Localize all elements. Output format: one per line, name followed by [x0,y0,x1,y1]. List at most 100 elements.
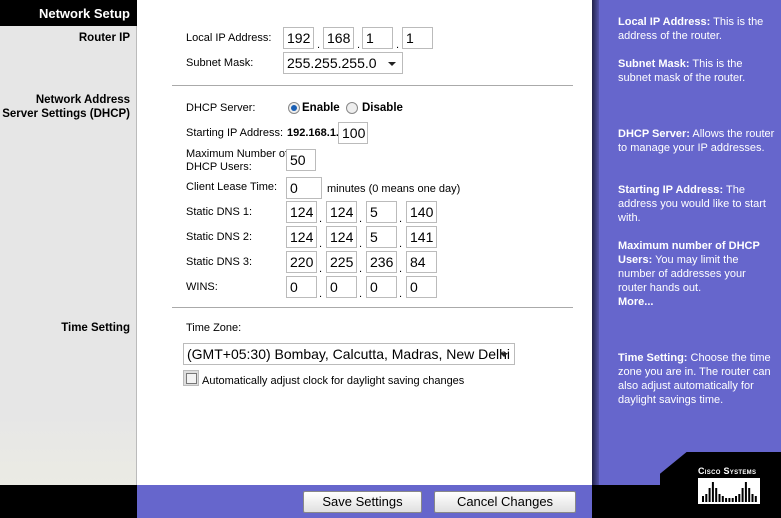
logo-bar [731,498,734,502]
logo-bar [728,498,731,502]
dns1-octet-input[interactable]: 5 [366,201,397,223]
panel-shadow [592,0,599,518]
dns1-octet-input[interactable]: 140 [406,201,437,223]
chevron-down-icon [500,353,508,357]
subnet-mask-label: Subnet Mask: [186,57,254,69]
lease-time-input[interactable]: 0 [286,177,322,199]
dns1-label: Static DNS 1: [186,206,253,218]
wins-octet-input[interactable]: 0 [366,276,397,298]
dot-separator: . [399,238,403,250]
dns2-label: Static DNS 2: [186,231,253,243]
starting-ip-label: Starting IP Address: [186,127,284,139]
save-settings-button[interactable]: Save Settings [303,491,422,513]
logo-bar [735,496,737,502]
logo-bar [708,488,711,502]
logo-bar [725,498,728,502]
local-ip-octet-input[interactable]: 168 [323,27,354,49]
logo-bar [705,494,708,502]
divider [172,85,573,86]
dot-separator: . [317,39,321,51]
dot-separator: . [359,238,363,250]
local-ip-octet-input[interactable]: 1 [402,27,433,49]
dns1-octet-input[interactable]: 124 [286,201,317,223]
section-dhcp-line1: Network Address [35,94,130,106]
logo-bar [754,496,757,502]
cancel-changes-button[interactable]: Cancel Changes [434,491,576,513]
help-subnet: Subnet Mask: This is the subnet mask of … [618,58,746,84]
lease-time-note: minutes (0 means one day) [327,183,461,195]
dhcp-server-label: DHCP Server: [186,102,256,114]
section-dhcp-line2: Server Settings (DHCP) [2,108,130,120]
max-users-input[interactable]: 50 [286,149,316,171]
help-local-ip: Local IP Address: This is the address of… [618,16,764,42]
logo-bar [748,488,751,502]
max-users-label-line1: Maximum Number of [186,148,289,160]
dns3-label: Static DNS 3: [186,256,253,268]
dns2-octet-input[interactable]: 5 [366,226,397,248]
subnet-mask-select[interactable]: 255.255.255.0 [283,52,403,74]
section-time: Time Setting [61,322,130,334]
dot-separator: . [399,263,403,275]
dns3-octet-input[interactable]: 220 [286,251,317,273]
dns1-octet-input[interactable]: 124 [326,201,357,223]
time-zone-select[interactable]: (GMT+05:30) Bombay, Calcutta, Madras, Ne… [183,343,515,365]
starting-ip-prefix: 192.168.1. [287,127,339,139]
dns2-octet-input[interactable]: 124 [286,226,317,248]
help-more-link[interactable]: More... [618,295,653,309]
dot-separator: . [319,263,323,275]
dot-separator: . [359,213,363,225]
dns3-octet-input[interactable]: 236 [366,251,397,273]
local-ip-label: Local IP Address: [186,32,272,44]
dns2-octet-input[interactable]: 141 [406,226,437,248]
local-ip-octet-input[interactable]: 192 [283,27,314,49]
time-zone-label: Time Zone: [186,322,242,334]
logo-bar [711,482,714,502]
cisco-bridge-icon [698,478,760,504]
logo-bar [702,496,704,502]
dot-separator: . [357,39,361,51]
local-ip-octet-input[interactable]: 1 [362,27,393,49]
dot-separator: . [319,288,323,300]
subnet-mask-value: 255.255.255.0 [287,55,377,71]
dns3-octet-input[interactable]: 84 [406,251,437,273]
logo-bar [715,488,718,502]
chevron-down-icon [388,62,396,66]
dst-checkbox[interactable] [183,370,199,386]
max-users-label-line2: DHCP Users: [186,161,252,173]
time-zone-value: (GMT+05:30) Bombay, Calcutta, Madras, Ne… [187,346,511,362]
page-title: Network Setup [0,0,137,26]
dhcp-enable-radio[interactable] [288,102,300,114]
logo-bar [738,494,741,502]
wins-octet-input[interactable]: 0 [326,276,357,298]
help-time: Time Setting: Choose the time zone you a… [618,352,771,406]
logo-bar [718,494,721,502]
wins-octet-input[interactable]: 0 [406,276,437,298]
dot-separator: . [359,288,363,300]
logo-bar [741,488,744,502]
dot-separator: . [399,288,403,300]
logo-bar [721,496,724,502]
wins-label: WINS: [186,281,218,293]
section-router-ip: Router IP [78,32,130,44]
help-dhcp: DHCP Server: Allows the router to manage… [618,128,775,154]
max-users-label: Maximum Number of DHCP Users: [186,148,288,174]
dot-separator: . [319,238,323,250]
help-start-ip: Starting IP Address: The address you wou… [618,184,766,224]
dns2-octet-input[interactable]: 124 [326,226,357,248]
cisco-logo: Cisco Systems [698,466,764,504]
dhcp-disable-radio[interactable] [346,102,358,114]
lease-time-label: Client Lease Time: [186,181,278,193]
dns3-octet-input[interactable]: 225 [326,251,357,273]
dot-separator: . [359,263,363,275]
logo-bar [751,494,754,502]
help-max-users: Maximum number of DHCP Users: You may li… [618,240,760,294]
dot-separator: . [319,213,323,225]
dst-label: Automatically adjust clock for daylight … [202,375,465,387]
logo-bar [744,482,747,502]
wins-octet-input[interactable]: 0 [286,276,317,298]
dhcp-disable-label: Disable [362,102,403,114]
starting-ip-input[interactable]: 100 [338,122,368,144]
dot-separator: . [399,213,403,225]
divider [172,307,573,308]
sidebar [0,0,137,485]
